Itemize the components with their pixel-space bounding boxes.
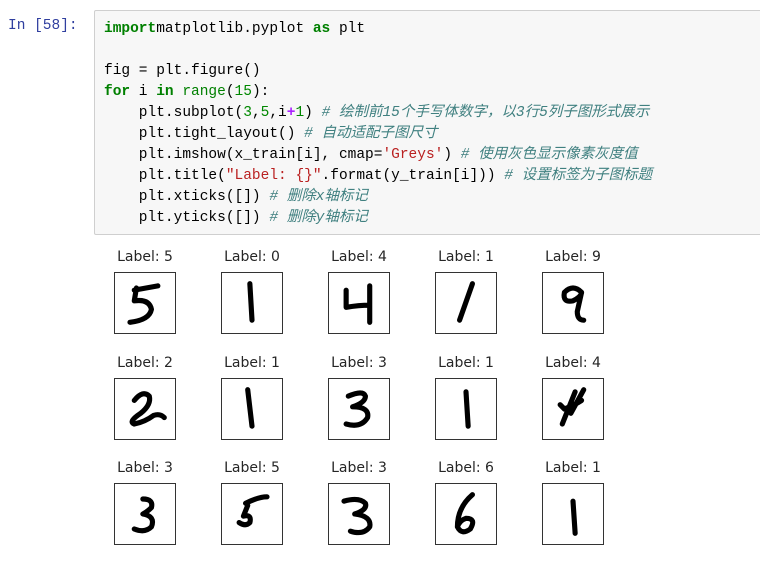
subplot-title: Label: 3	[117, 460, 173, 476]
digit-glyph	[454, 492, 476, 535]
subplot-title: Label: 1	[224, 355, 280, 371]
code-token: plt	[330, 21, 366, 37]
code-token: fig = plt.figure()	[104, 63, 261, 79]
digit-glyph	[247, 281, 255, 323]
digit-glyph	[343, 283, 373, 325]
digit-image	[221, 483, 283, 545]
digit-glyph	[463, 389, 471, 429]
code-token: # 自动适配子图尺寸	[304, 126, 438, 142]
code-line: plt.tight_layout() # 自动适配子图尺寸	[104, 124, 652, 145]
digit-glyph	[127, 283, 161, 325]
subplot-title: Label: 5	[224, 460, 280, 476]
code-token: (	[225, 84, 235, 100]
subplot-title: Label: 0	[224, 249, 280, 265]
code-token: # 删除x轴标记	[269, 189, 368, 205]
subplot-title: Label: 1	[438, 249, 494, 265]
code-token: matplotlib.pyplot	[156, 21, 313, 37]
digit-glyph	[457, 281, 475, 323]
code-line: plt.yticks([]) # 删除y轴标记	[104, 208, 652, 229]
digit-image	[114, 378, 176, 440]
code-token: "Label: {}"	[225, 168, 322, 184]
digit-glyph	[129, 391, 167, 427]
code-token: ,	[251, 105, 261, 121]
digit-image	[328, 483, 390, 545]
subplot-title: Label: 3	[331, 460, 387, 476]
code-line: plt.imshow(x_train[i], cmap='Greys') # 使…	[104, 145, 652, 166]
code-editor[interactable]: importmatplotlib.pyplot as plt fig = plt.…	[104, 19, 652, 229]
digit-image	[221, 272, 283, 334]
code-token: # 删除y轴标记	[269, 210, 368, 226]
code-token: ):	[251, 84, 270, 100]
subplot-title: Label: 4	[545, 355, 601, 371]
cell-prompt: In [58]:	[8, 18, 78, 34]
digit-glyph	[570, 498, 578, 536]
code-token: range	[182, 84, 226, 100]
digit-image	[435, 483, 497, 545]
code-token: plt.xticks([])	[104, 189, 270, 205]
digit-image	[221, 378, 283, 440]
code-token: # 设置标签为子图标题	[504, 168, 653, 184]
subplot-title: Label: 5	[117, 249, 173, 265]
code-line: importmatplotlib.pyplot as plt	[104, 19, 652, 40]
subplot-title: Label: 1	[438, 355, 494, 371]
digit-image	[328, 272, 390, 334]
code-token: # 绘制前15个手写体数字，以3行5列子图形式展示	[321, 105, 650, 121]
digit-glyph	[557, 387, 587, 427]
digit-image	[114, 272, 176, 334]
code-line: plt.title("Label: {}".format(y_train[i])…	[104, 166, 652, 187]
digit-image	[542, 378, 604, 440]
digit-image	[114, 483, 176, 545]
code-token: plt.yticks([])	[104, 210, 270, 226]
code-cell[interactable]: importmatplotlib.pyplot as plt fig = plt.…	[94, 10, 760, 235]
code-token: 3	[243, 105, 252, 121]
code-token: 15	[234, 84, 252, 100]
code-line: for i in range(15):	[104, 82, 652, 103]
code-token: 1	[295, 105, 305, 121]
subplot-title: Label: 3	[331, 355, 387, 371]
digit-image	[435, 272, 497, 334]
code-token: as	[312, 21, 331, 37]
digit-glyph	[341, 496, 373, 536]
code-token: for	[104, 84, 131, 100]
code-token: .format(y_train[i]))	[321, 168, 505, 184]
code-token: 'Greys'	[382, 147, 444, 163]
code-token: i	[130, 84, 157, 100]
digit-glyph	[561, 285, 587, 323]
code-token: plt.subplot(	[104, 105, 244, 121]
code-token: ,i	[269, 105, 287, 121]
digit-glyph	[131, 496, 156, 534]
digit-image	[542, 483, 604, 545]
code-line: fig = plt.figure()	[104, 61, 652, 82]
subplot-title: Label: 1	[545, 460, 601, 476]
code-token: # 使用灰色显示像素灰度值	[460, 147, 638, 163]
subplot-title: Label: 2	[117, 355, 173, 371]
code-line: plt.subplot(3,5,i+1) # 绘制前15个手写体数字，以3行5列…	[104, 103, 652, 124]
code-line: plt.xticks([]) # 删除x轴标记	[104, 187, 652, 208]
code-token: plt.tight_layout()	[104, 126, 305, 142]
code-token: )	[443, 147, 461, 163]
digit-glyph	[236, 494, 270, 528]
digit-glyph	[245, 387, 255, 429]
subplot-title: Label: 6	[438, 460, 494, 476]
subplot-title: Label: 9	[545, 249, 601, 265]
code-token: plt.title(	[104, 168, 226, 184]
code-token: )	[304, 105, 322, 121]
subplot-title: Label: 4	[331, 249, 387, 265]
code-token: import	[104, 21, 157, 37]
digit-image	[542, 272, 604, 334]
digit-glyph	[343, 390, 371, 428]
digit-image	[435, 378, 497, 440]
digit-image	[328, 378, 390, 440]
code-token: plt.imshow(x_train[i], cmap=	[104, 147, 383, 163]
code-token: in	[156, 84, 174, 100]
